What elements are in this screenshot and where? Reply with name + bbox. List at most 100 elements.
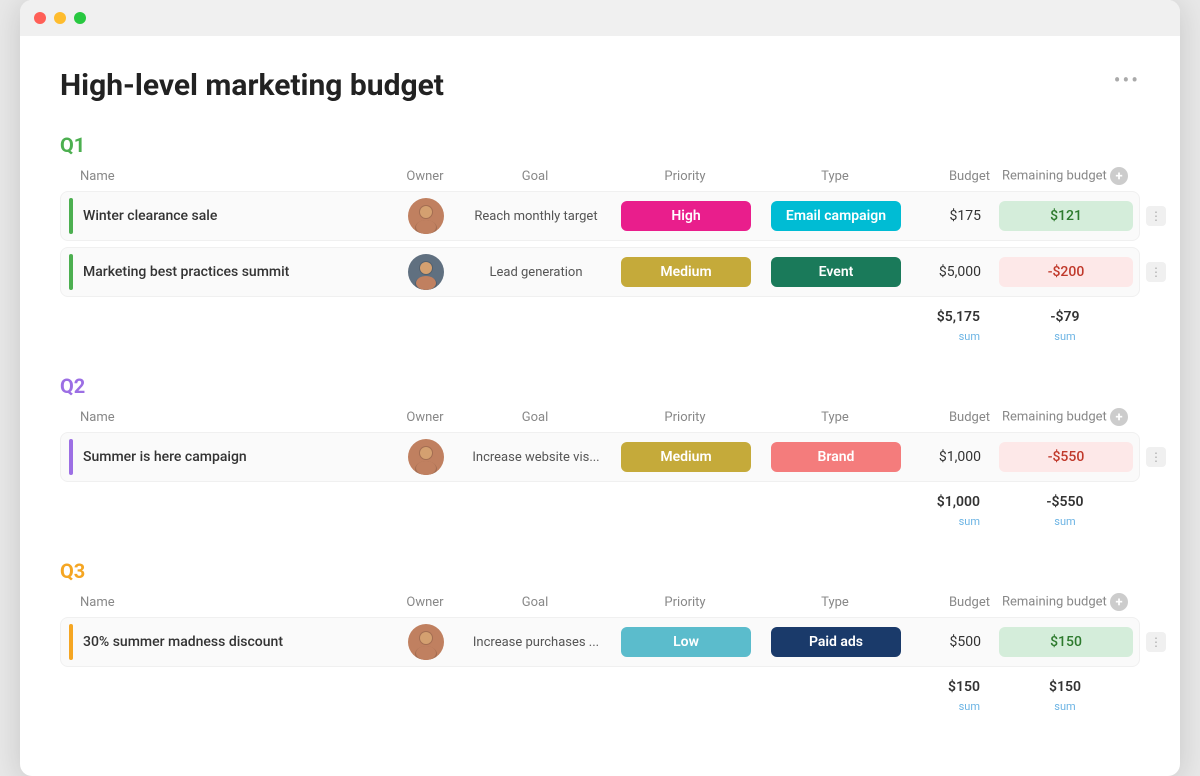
- sections-container: Q1 Name Owner Goal Priority Type Budget …: [60, 133, 1140, 714]
- avatar: [408, 439, 444, 475]
- table-row[interactable]: Winter clearance sale Reach monthly targ…: [60, 191, 1140, 241]
- avatar-image: [408, 624, 444, 660]
- col-header-priority: Priority: [610, 169, 760, 184]
- col-header-goal: Goal: [460, 595, 610, 610]
- col-header-name: Name: [60, 595, 390, 610]
- row-owner: [391, 439, 461, 475]
- col-header-owner: Owner: [390, 169, 460, 184]
- row-name-text: Summer is here campaign: [83, 449, 247, 465]
- sum-budget-value: $150: [910, 679, 980, 695]
- sum-budget-label: sum: [959, 700, 980, 713]
- table-row[interactable]: 30% summer madness discount Increase pur…: [60, 617, 1140, 667]
- app-window: High-level marketing budget ••• Q1 Name …: [20, 0, 1180, 776]
- col-header-priority: Priority: [610, 410, 760, 425]
- col-header-name: Name: [60, 169, 390, 184]
- page-header: High-level marketing budget •••: [60, 68, 1140, 103]
- section-q3: Q3 Name Owner Goal Priority Type Budget …: [60, 559, 1140, 714]
- avatar: [408, 624, 444, 660]
- col-header-type: Type: [760, 410, 910, 425]
- sum-remaining-label: sum: [1054, 330, 1075, 343]
- section-title-q1: Q1: [60, 133, 85, 157]
- col-header-remaining: Remaining budget +: [990, 408, 1140, 426]
- section-header-q1: Q1: [60, 133, 1140, 157]
- sum-budget-label: sum: [959, 330, 980, 343]
- minimize-button[interactable]: [54, 12, 66, 24]
- priority-badge: High: [621, 201, 751, 231]
- row-name-text: 30% summer madness discount: [83, 634, 283, 650]
- row-type: Brand: [761, 442, 911, 472]
- add-column-button[interactable]: +: [1110, 167, 1128, 185]
- more-options-button[interactable]: •••: [1114, 68, 1140, 92]
- sum-remaining-value: -$550: [990, 494, 1140, 510]
- col-header-owner: Owner: [390, 595, 460, 610]
- row-remaining: -$200: [991, 257, 1141, 287]
- col-header-goal: Goal: [460, 169, 610, 184]
- row-actions: ⋮: [1141, 632, 1171, 652]
- sum-remaining-value: -$79: [990, 309, 1140, 325]
- section-q2: Q2 Name Owner Goal Priority Type Budget …: [60, 374, 1140, 529]
- row-owner: [391, 198, 461, 234]
- row-goal: Increase purchases ...: [461, 635, 611, 650]
- col-header-goal: Goal: [460, 410, 610, 425]
- row-border: [69, 439, 73, 475]
- add-column-button[interactable]: +: [1110, 408, 1128, 426]
- row-actions: ⋮: [1141, 206, 1171, 226]
- type-badge: Paid ads: [771, 627, 901, 657]
- section-header-q2: Q2: [60, 374, 1140, 398]
- row-name-q1-0: Winter clearance sale: [61, 198, 391, 234]
- row-menu-button[interactable]: ⋮: [1146, 632, 1166, 652]
- add-column-button[interactable]: +: [1110, 593, 1128, 611]
- col-header-budget: Budget: [910, 410, 990, 425]
- row-priority: High: [611, 201, 761, 231]
- row-menu-button[interactable]: ⋮: [1146, 206, 1166, 226]
- col-header-remaining: Remaining budget +: [990, 593, 1140, 611]
- close-button[interactable]: [34, 12, 46, 24]
- row-border: [69, 624, 73, 660]
- maximize-button[interactable]: [74, 12, 86, 24]
- summary-budget: $150 sum: [910, 679, 990, 714]
- remaining-value: $121: [999, 201, 1133, 231]
- row-border: [69, 254, 73, 290]
- row-goal: Increase website vis...: [461, 450, 611, 465]
- table-row[interactable]: Summer is here campaign Increase website…: [60, 432, 1140, 482]
- col-header-name: Name: [60, 410, 390, 425]
- row-name-q2-0: Summer is here campaign: [61, 439, 391, 475]
- row-priority: Low: [611, 627, 761, 657]
- avatar-image: [408, 254, 444, 290]
- row-border: [69, 198, 73, 234]
- summary-budget: $5,175 sum: [910, 309, 990, 344]
- row-menu-button[interactable]: ⋮: [1146, 447, 1166, 467]
- row-remaining: $121: [991, 201, 1141, 231]
- col-header-type: Type: [760, 169, 910, 184]
- row-menu-button[interactable]: ⋮: [1146, 262, 1166, 282]
- col-headers-q1: Name Owner Goal Priority Type Budget Rem…: [60, 167, 1140, 191]
- avatar-image: [408, 198, 444, 234]
- col-header-owner: Owner: [390, 410, 460, 425]
- priority-badge: Medium: [621, 257, 751, 287]
- row-owner: [391, 624, 461, 660]
- row-actions: ⋮: [1141, 262, 1171, 282]
- type-badge: Brand: [771, 442, 901, 472]
- row-budget: $1,000: [911, 449, 991, 465]
- table-row[interactable]: Marketing best practices summit Lead gen…: [60, 247, 1140, 297]
- summary-row-q2: $1,000 sum -$550 sum: [60, 488, 1140, 529]
- row-priority: Medium: [611, 442, 761, 472]
- row-actions: ⋮: [1141, 447, 1171, 467]
- row-remaining: -$550: [991, 442, 1141, 472]
- remaining-value: $150: [999, 627, 1133, 657]
- titlebar: [20, 0, 1180, 36]
- row-remaining: $150: [991, 627, 1141, 657]
- col-header-budget: Budget: [910, 595, 990, 610]
- summary-budget: $1,000 sum: [910, 494, 990, 529]
- row-goal: Lead generation: [461, 265, 611, 280]
- sum-budget-value: $1,000: [910, 494, 980, 510]
- row-name-q3-0: 30% summer madness discount: [61, 624, 391, 660]
- avatar: [408, 198, 444, 234]
- page-title: High-level marketing budget: [60, 68, 444, 103]
- summary-row-q1: $5,175 sum -$79 sum: [60, 303, 1140, 344]
- row-type: Event: [761, 257, 911, 287]
- row-name-q1-1: Marketing best practices summit: [61, 254, 391, 290]
- col-header-budget: Budget: [910, 169, 990, 184]
- row-name-text: Winter clearance sale: [83, 208, 217, 224]
- row-name-text: Marketing best practices summit: [83, 264, 289, 280]
